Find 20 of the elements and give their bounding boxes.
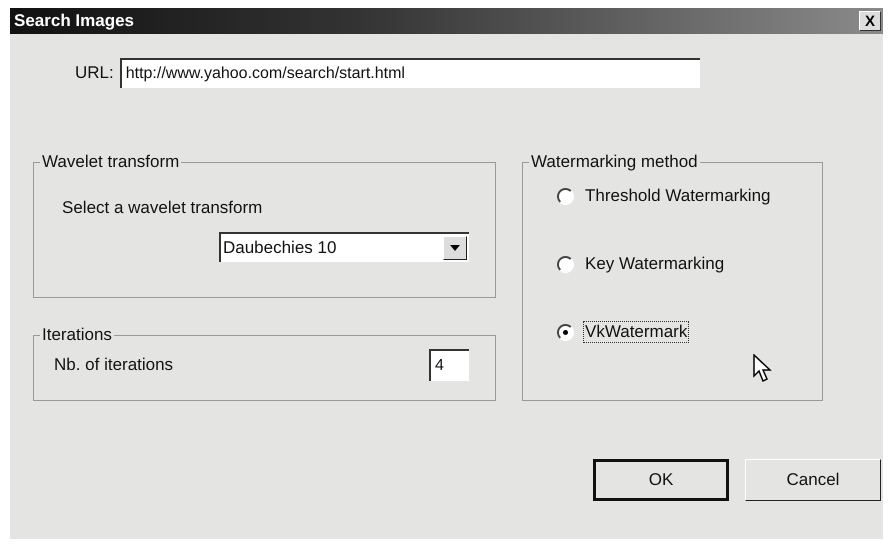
ok-button[interactable]: OK — [593, 459, 729, 501]
mouse-pointer-icon — [753, 354, 775, 384]
group-title: Watermarking method — [530, 152, 699, 172]
wavelet-prompt: Select a wavelet transform — [62, 198, 262, 217]
url-label: URL: — [75, 63, 114, 83]
radio-label[interactable]: Threshold Watermarking — [584, 186, 772, 206]
window-title: Search Images — [14, 11, 134, 31]
iterations-field[interactable]: 4 — [429, 349, 469, 381]
radio-button[interactable] — [557, 256, 574, 272]
group-title: Wavelet transform — [41, 152, 180, 172]
radio-label[interactable]: VkWatermark — [584, 322, 688, 342]
iterations-label: Nb. of iterations — [54, 355, 174, 375]
radio-label[interactable]: Key Watermarking — [584, 254, 726, 274]
cancel-button[interactable]: Cancel — [745, 459, 881, 501]
url-field[interactable]: http://www.yahoo.com/search/start.html — [120, 58, 700, 88]
wavelet-dropdown[interactable]: Daubechies 10 — [219, 232, 469, 262]
radio-button[interactable] — [557, 324, 574, 340]
group-title: Iterations — [41, 325, 113, 345]
radio-button[interactable] — [557, 188, 574, 204]
close-button[interactable]: X — [859, 11, 881, 31]
